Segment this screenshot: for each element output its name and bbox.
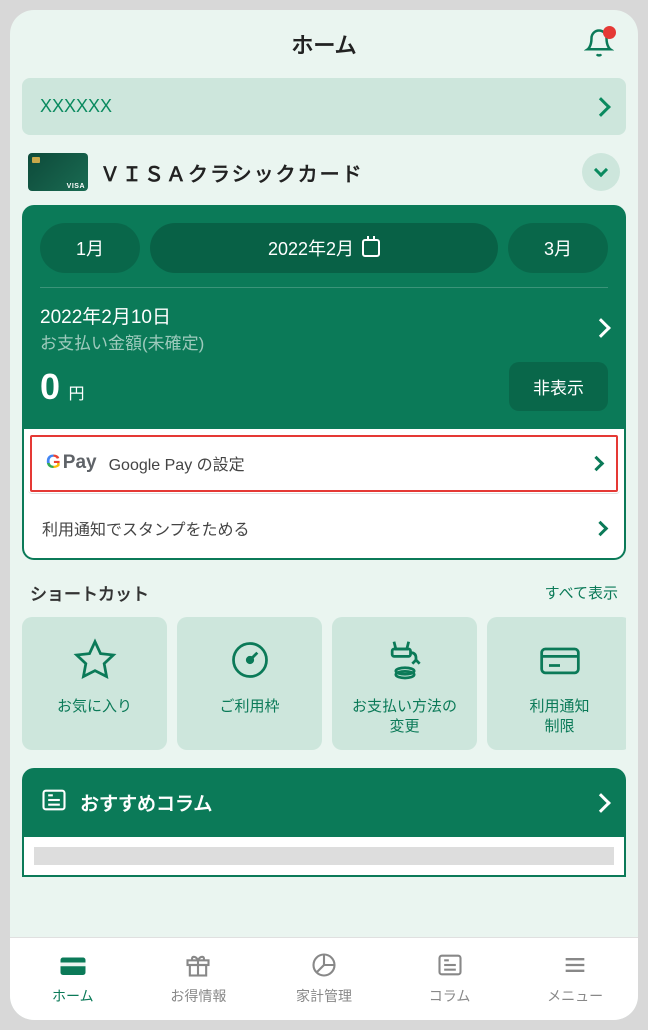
shortcut-label: ご利用枠 [219,697,279,717]
nav-label: 家計管理 [296,986,352,1006]
notification-button[interactable] [584,28,614,58]
amount-unit: 円 [68,386,84,403]
app-frame: ホーム XXXXXX ＶＩＳＡクラシックカード 1月 2022年2月 [10,10,638,1020]
amount-row: 0 円 非表示 [40,362,608,425]
recommended-column-header[interactable]: おすすめコラム [22,768,626,837]
stamp-row-text: 利用通知でスタンプをためる [42,516,583,540]
month-tab-current[interactable]: 2022年2月 [150,223,498,273]
bottom-nav: ホーム お得情報 家計管理 コラム メニュー [10,937,638,1020]
card-dropdown-button[interactable] [582,153,620,191]
gpay-logo: G Pay [46,452,97,474]
info-banner[interactable]: XXXXXX [22,78,626,135]
wallet-icon [58,950,88,980]
pie-chart-icon [310,950,338,980]
column-image-placeholder [34,847,614,865]
amount-value: 0 [40,366,60,407]
shortcut-row: お気に入り ご利用枠 お支払い方法の 変更 利用通知 制限 [22,617,626,750]
chevron-down-icon [594,163,608,177]
shortcut-label: お支払い方法の 変更 [352,697,457,736]
payment-date: 2022年2月10日 [40,302,204,329]
article-icon [436,950,464,980]
hamburger-icon [561,950,589,980]
column-preview [22,837,626,877]
gauge-icon [228,635,272,685]
nav-label: お得情報 [170,986,226,1006]
nav-deals[interactable]: お得情報 [136,950,262,1006]
bag-coins-icon [383,635,427,685]
nav-label: コラム [429,986,471,1006]
payment-summary-card: 1月 2022年2月 3月 2022年2月10日 お支払い金額(未確定) 0 円 [22,205,626,429]
shortcut-label: お気に入り [57,697,132,717]
calendar-icon [362,239,380,257]
stamp-row[interactable]: 利用通知でスタンプをためる [24,498,624,558]
news-icon [40,786,68,819]
nav-label: ホーム [52,986,94,1006]
card-selector: ＶＩＳＡクラシックカード [22,149,626,205]
shortcut-usage-notice[interactable]: 利用通知 制限 [487,617,626,750]
notification-badge [603,26,616,39]
nav-finance[interactable]: 家計管理 [261,950,387,1006]
chevron-right-icon [591,97,611,117]
app-header: ホーム [10,10,638,78]
pay-word: Pay [63,452,97,474]
page-title: ホーム [291,28,356,60]
card-thumbnail [28,153,88,191]
chevron-right-icon [589,455,605,471]
main-content: XXXXXX ＶＩＳＡクラシックカード 1月 2022年2月 3月 [10,78,638,926]
action-list: G Pay Google Pay の設定 利用通知でスタンプをためる [22,429,626,560]
gift-icon [184,950,212,980]
divider [40,287,608,288]
gpay-row-text: Google Pay の設定 [109,451,579,475]
shortcuts-header: ショートカット すべて表示 [22,560,626,617]
star-icon [73,635,117,685]
shortcut-label: 利用通知 制限 [529,697,589,736]
nav-home[interactable]: ホーム [10,950,136,1006]
month-current-label: 2022年2月 [268,235,354,261]
chevron-right-icon [591,793,611,813]
nav-column[interactable]: コラム [387,950,513,1006]
chevron-right-icon [593,520,609,536]
chevron-right-icon [591,318,611,338]
banner-text: XXXXXX [40,96,112,117]
month-tab-prev[interactable]: 1月 [40,223,140,273]
month-tab-next[interactable]: 3月 [508,223,608,273]
nav-menu[interactable]: メニュー [512,950,638,1006]
month-tabs: 1月 2022年2月 3月 [40,223,608,273]
hide-amount-button[interactable]: 非表示 [509,362,608,411]
nav-label: メニュー [547,986,603,1006]
payment-detail-row[interactable]: 2022年2月10日 お支払い金額(未確定) [40,302,608,354]
payment-label: お支払い金額(未確定) [40,329,204,354]
shortcuts-all-link[interactable]: すべて表示 [545,582,618,603]
google-pay-settings-row[interactable]: G Pay Google Pay の設定 [28,433,620,494]
shortcut-favorites[interactable]: お気に入り [22,617,167,750]
bell-icon [584,28,614,58]
shortcuts-title: ショートカット [30,580,149,605]
card-icon [538,635,582,685]
column-title: おすすめコラム [80,789,582,816]
card-name: ＶＩＳＡクラシックカード [100,158,570,187]
shortcut-payment-method[interactable]: お支払い方法の 変更 [332,617,477,750]
g-letter: G [46,452,61,474]
shortcut-credit-limit[interactable]: ご利用枠 [177,617,322,750]
